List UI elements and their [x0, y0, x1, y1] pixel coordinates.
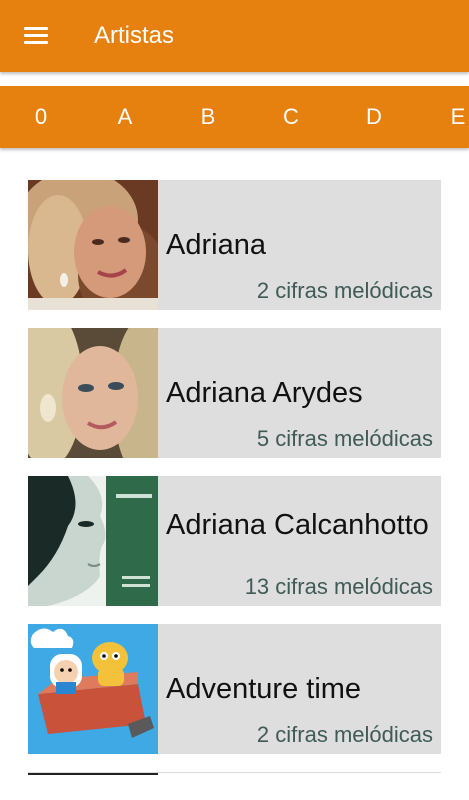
artist-photo — [28, 180, 158, 310]
artist-name: Adriana — [166, 229, 266, 261]
artist-name: Adriana Arydes — [166, 377, 363, 409]
letter-tabs-bar: 0 A B C D E — [0, 86, 469, 148]
artist-list[interactable]: Adriana 2 cifras melódicas Adriana Aryde… — [0, 148, 469, 800]
artist-song-count: 5 cifras melódicas — [256, 426, 433, 451]
tab-letter-a[interactable]: A — [95, 86, 155, 148]
tab-letter-e[interactable]: E — [428, 86, 469, 148]
artist-card-partial[interactable] — [28, 772, 441, 800]
tab-letter-d[interactable]: D — [344, 86, 404, 148]
artist-card[interactable]: Adriana Calcanhotto 13 cifras melódicas — [28, 476, 441, 606]
artist-song-count: 2 cifras melódicas — [256, 278, 433, 303]
page-title: Artistas — [94, 22, 175, 49]
artist-photo — [28, 476, 158, 606]
artist-name: Adriana Calcanhotto — [166, 509, 429, 541]
tab-letter-b[interactable]: B — [178, 86, 238, 148]
artist-card[interactable]: Adriana Arydes 5 cifras melódicas — [28, 328, 441, 458]
artist-photo — [28, 328, 158, 458]
artist-photo — [28, 624, 158, 754]
artist-card[interactable]: Adventure time 2 cifras melódicas — [28, 624, 441, 754]
artist-song-count: 13 cifras melódicas — [244, 574, 433, 599]
artist-name: Adventure time — [166, 673, 362, 705]
app-bar: Artistas — [0, 0, 469, 72]
artist-card[interactable]: Adriana 2 cifras melódicas — [28, 180, 441, 310]
artist-song-count: 2 cifras melódicas — [256, 722, 433, 747]
tab-letter-0[interactable]: 0 — [11, 86, 71, 148]
tab-letter-c[interactable]: C — [261, 86, 321, 148]
hamburger-menu-icon[interactable] — [24, 27, 48, 45]
